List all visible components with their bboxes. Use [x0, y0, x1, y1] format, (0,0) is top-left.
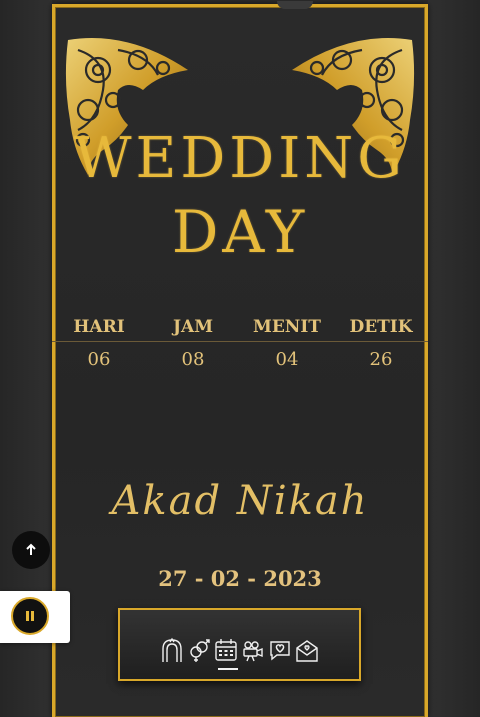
video-camera-icon[interactable] [241, 637, 265, 663]
countdown-label: HARI [73, 317, 125, 337]
chat-love-icon[interactable] [268, 637, 292, 663]
countdown-label: JAM [172, 317, 214, 337]
title-day: DAY [171, 198, 309, 266]
scroll-to-top-button[interactable] [12, 531, 50, 569]
bottom-navigation [118, 608, 361, 681]
countdown-hours: JAM 08 [146, 312, 240, 374]
countdown-value: 06 [87, 349, 111, 370]
countdown-divider [52, 341, 428, 342]
arrow-up-icon [26, 543, 36, 555]
countdown-label: DETIK [349, 317, 413, 337]
countdown-minutes: MENIT 04 [240, 312, 334, 374]
right-backdrop [428, 0, 480, 717]
countdown-days: HARI 06 [52, 312, 146, 374]
wedding-arch-icon[interactable] [160, 637, 184, 663]
music-control-panel [0, 591, 70, 643]
countdown-value: 04 [275, 349, 299, 370]
countdown: HARI 06 JAM 08 MENIT 04 DETIK 26 [52, 312, 428, 382]
title-wedding: WEDDING [73, 126, 407, 191]
countdown-value: 26 [369, 349, 393, 370]
card-top-notch [277, 1, 313, 9]
event-date: 27 - 02 - 2023 [158, 566, 322, 591]
active-tab-indicator [218, 668, 238, 670]
countdown-seconds: DETIK 26 [334, 312, 428, 374]
gender-rings-icon[interactable] [187, 637, 211, 663]
countdown-label: MENIT [253, 317, 321, 337]
calendar-icon[interactable] [214, 637, 238, 663]
envelope-icon[interactable] [295, 637, 319, 663]
pause-icon [26, 611, 34, 621]
event-name: Akad Nikah [111, 478, 369, 524]
countdown-value: 08 [181, 349, 205, 370]
music-pause-button[interactable] [11, 597, 49, 635]
nav-icon-group [160, 637, 319, 665]
